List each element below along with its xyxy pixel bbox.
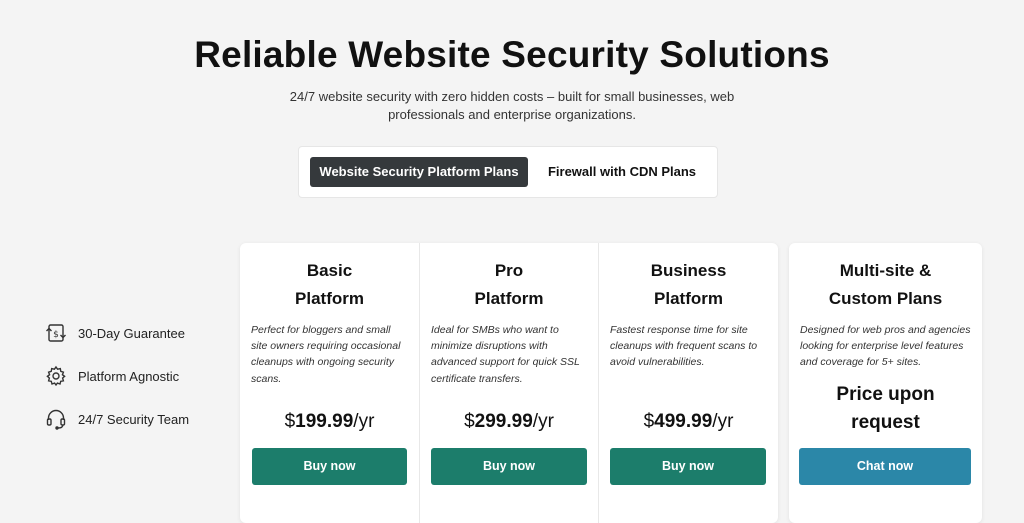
plan-description: Ideal for SMBs who want to minimize disr… — [431, 324, 580, 385]
plan-price-request: Price upon request — [789, 381, 982, 437]
feature-label: 30-Day Guarantee — [78, 325, 185, 341]
plan-name-line1: Basic — [306, 261, 353, 280]
plan-description: Perfect for bloggers and small site owne… — [251, 324, 401, 385]
plan-description: Designed for web pros and agencies looki… — [800, 324, 971, 369]
feature-label: Platform Agnostic — [78, 368, 180, 384]
page-title: Reliable Website Security Solutions — [194, 34, 830, 75]
plan-name-line1: Multi-site & — [839, 261, 932, 280]
feature-label: 24/7 Security Team — [78, 411, 190, 427]
price-amount: 299.99 — [474, 411, 533, 432]
buy-now-button-pro[interactable]: Buy now — [431, 448, 587, 485]
platform-plans-card: Basic Platform Perfect for bloggers and … — [240, 243, 778, 523]
plan-name: Business Platform — [599, 257, 778, 313]
plan-name-line2: Platform — [474, 289, 544, 308]
price-period: /yr — [353, 411, 375, 432]
plan-price: $299.99/yr — [420, 411, 598, 433]
price-amount: 199.99 — [295, 411, 354, 432]
tab-firewall-cdn-plans[interactable]: Firewall with CDN Plans — [542, 157, 702, 187]
tab-website-security-platform-plans[interactable]: Website Security Platform Plans — [310, 157, 528, 187]
plan-name: Basic Platform — [240, 257, 419, 313]
money-back-icon: $ — [45, 322, 67, 344]
plan-name-line2: Platform — [295, 289, 364, 308]
price-request-line2: request — [851, 412, 920, 433]
plan-name: Multi-site & Custom Plans — [789, 257, 982, 313]
plan-card-business: Business Platform Fastest response time … — [598, 243, 778, 523]
buy-now-button-business[interactable]: Buy now — [610, 448, 766, 485]
plan-name-line1: Pro — [494, 261, 524, 280]
price-period: /yr — [712, 411, 734, 432]
price-request-line1: Price upon — [836, 384, 935, 405]
headset-icon — [45, 408, 67, 430]
plan-card-multisite: Multi-site & Custom Plans Designed for w… — [789, 243, 982, 523]
plan-description: Fastest response time for site cleanups … — [610, 324, 758, 369]
plan-type-tabs: Website Security Platform Plans Firewall… — [298, 146, 718, 198]
gear-icon — [45, 365, 67, 387]
plan-name-line2: Platform — [654, 289, 723, 308]
price-currency: $ — [464, 411, 475, 432]
feature-item-guarantee: $ 30-Day Guarantee — [45, 321, 185, 345]
price-currency: $ — [643, 411, 655, 432]
buy-now-button-basic[interactable]: Buy now — [252, 448, 407, 485]
plan-name: Pro Platform — [420, 257, 598, 313]
plan-price: $199.99/yr — [240, 411, 419, 433]
plan-card-basic: Basic Platform Perfect for bloggers and … — [240, 243, 419, 523]
price-amount: 499.99 — [654, 411, 713, 432]
plan-name-line2: Custom Plans — [828, 289, 943, 308]
plan-card-pro: Pro Platform Ideal for SMBs who want to … — [419, 243, 598, 523]
chat-now-button[interactable]: Chat now — [799, 448, 971, 485]
price-currency: $ — [284, 411, 296, 432]
plan-name-line1: Business — [650, 261, 727, 280]
feature-item-platform-agnostic: Platform Agnostic — [45, 364, 179, 388]
svg-text:$: $ — [53, 330, 59, 340]
price-period: /yr — [532, 411, 554, 432]
feature-item-security-team: 24/7 Security Team — [45, 407, 189, 431]
page-subtitle: 24/7 website security with zero hidden c… — [289, 89, 735, 122]
plan-price: $499.99/yr — [599, 411, 778, 433]
